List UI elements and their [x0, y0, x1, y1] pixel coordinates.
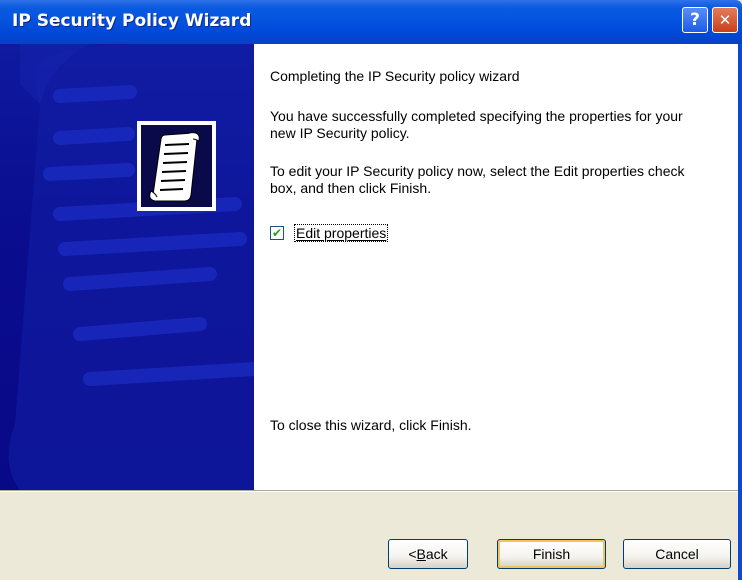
button-bar: < Back Finish Cancel — [0, 492, 738, 580]
edit-instructions-text: To edit your IP Security policy now, sel… — [270, 163, 685, 196]
completion-text: You have successfully completed specifyi… — [270, 108, 683, 141]
edit-properties-label[interactable]: Edit properties — [294, 224, 389, 242]
edit-properties-checkbox[interactable]: ✔ — [270, 226, 284, 240]
page-heading: Completing the IP Security policy wizard — [270, 68, 520, 84]
close-instructions-text: To close this wizard, click Finish. — [270, 417, 472, 433]
close-button[interactable]: ✕ — [712, 7, 738, 33]
back-label-rest: ack — [425, 546, 448, 562]
checkmark-icon: ✔ — [271, 226, 283, 240]
help-button[interactable]: ? — [682, 7, 708, 33]
finish-button[interactable]: Finish — [497, 539, 606, 569]
banner-scroll-graphic — [8, 44, 254, 490]
wizard-content: Completing the IP Security policy wizard… — [254, 44, 738, 490]
wizard-window: IP Security Policy Wizard ? ✕ Completing… — [0, 0, 742, 580]
edit-properties-checkbox-row[interactable]: ✔ Edit properties — [270, 224, 389, 242]
title-bar[interactable]: IP Security Policy Wizard ? ✕ — [0, 0, 742, 44]
close-icon: ✕ — [718, 11, 732, 29]
wizard-banner — [0, 44, 254, 490]
window-border — [738, 44, 742, 580]
back-accelerator: B — [416, 546, 426, 562]
back-prefix: < — [408, 546, 417, 562]
scroll-icon — [137, 121, 216, 211]
help-icon: ? — [690, 10, 700, 30]
window-title: IP Security Policy Wizard — [12, 11, 252, 31]
back-button[interactable]: < Back — [388, 539, 468, 569]
cancel-button[interactable]: Cancel — [623, 539, 731, 569]
